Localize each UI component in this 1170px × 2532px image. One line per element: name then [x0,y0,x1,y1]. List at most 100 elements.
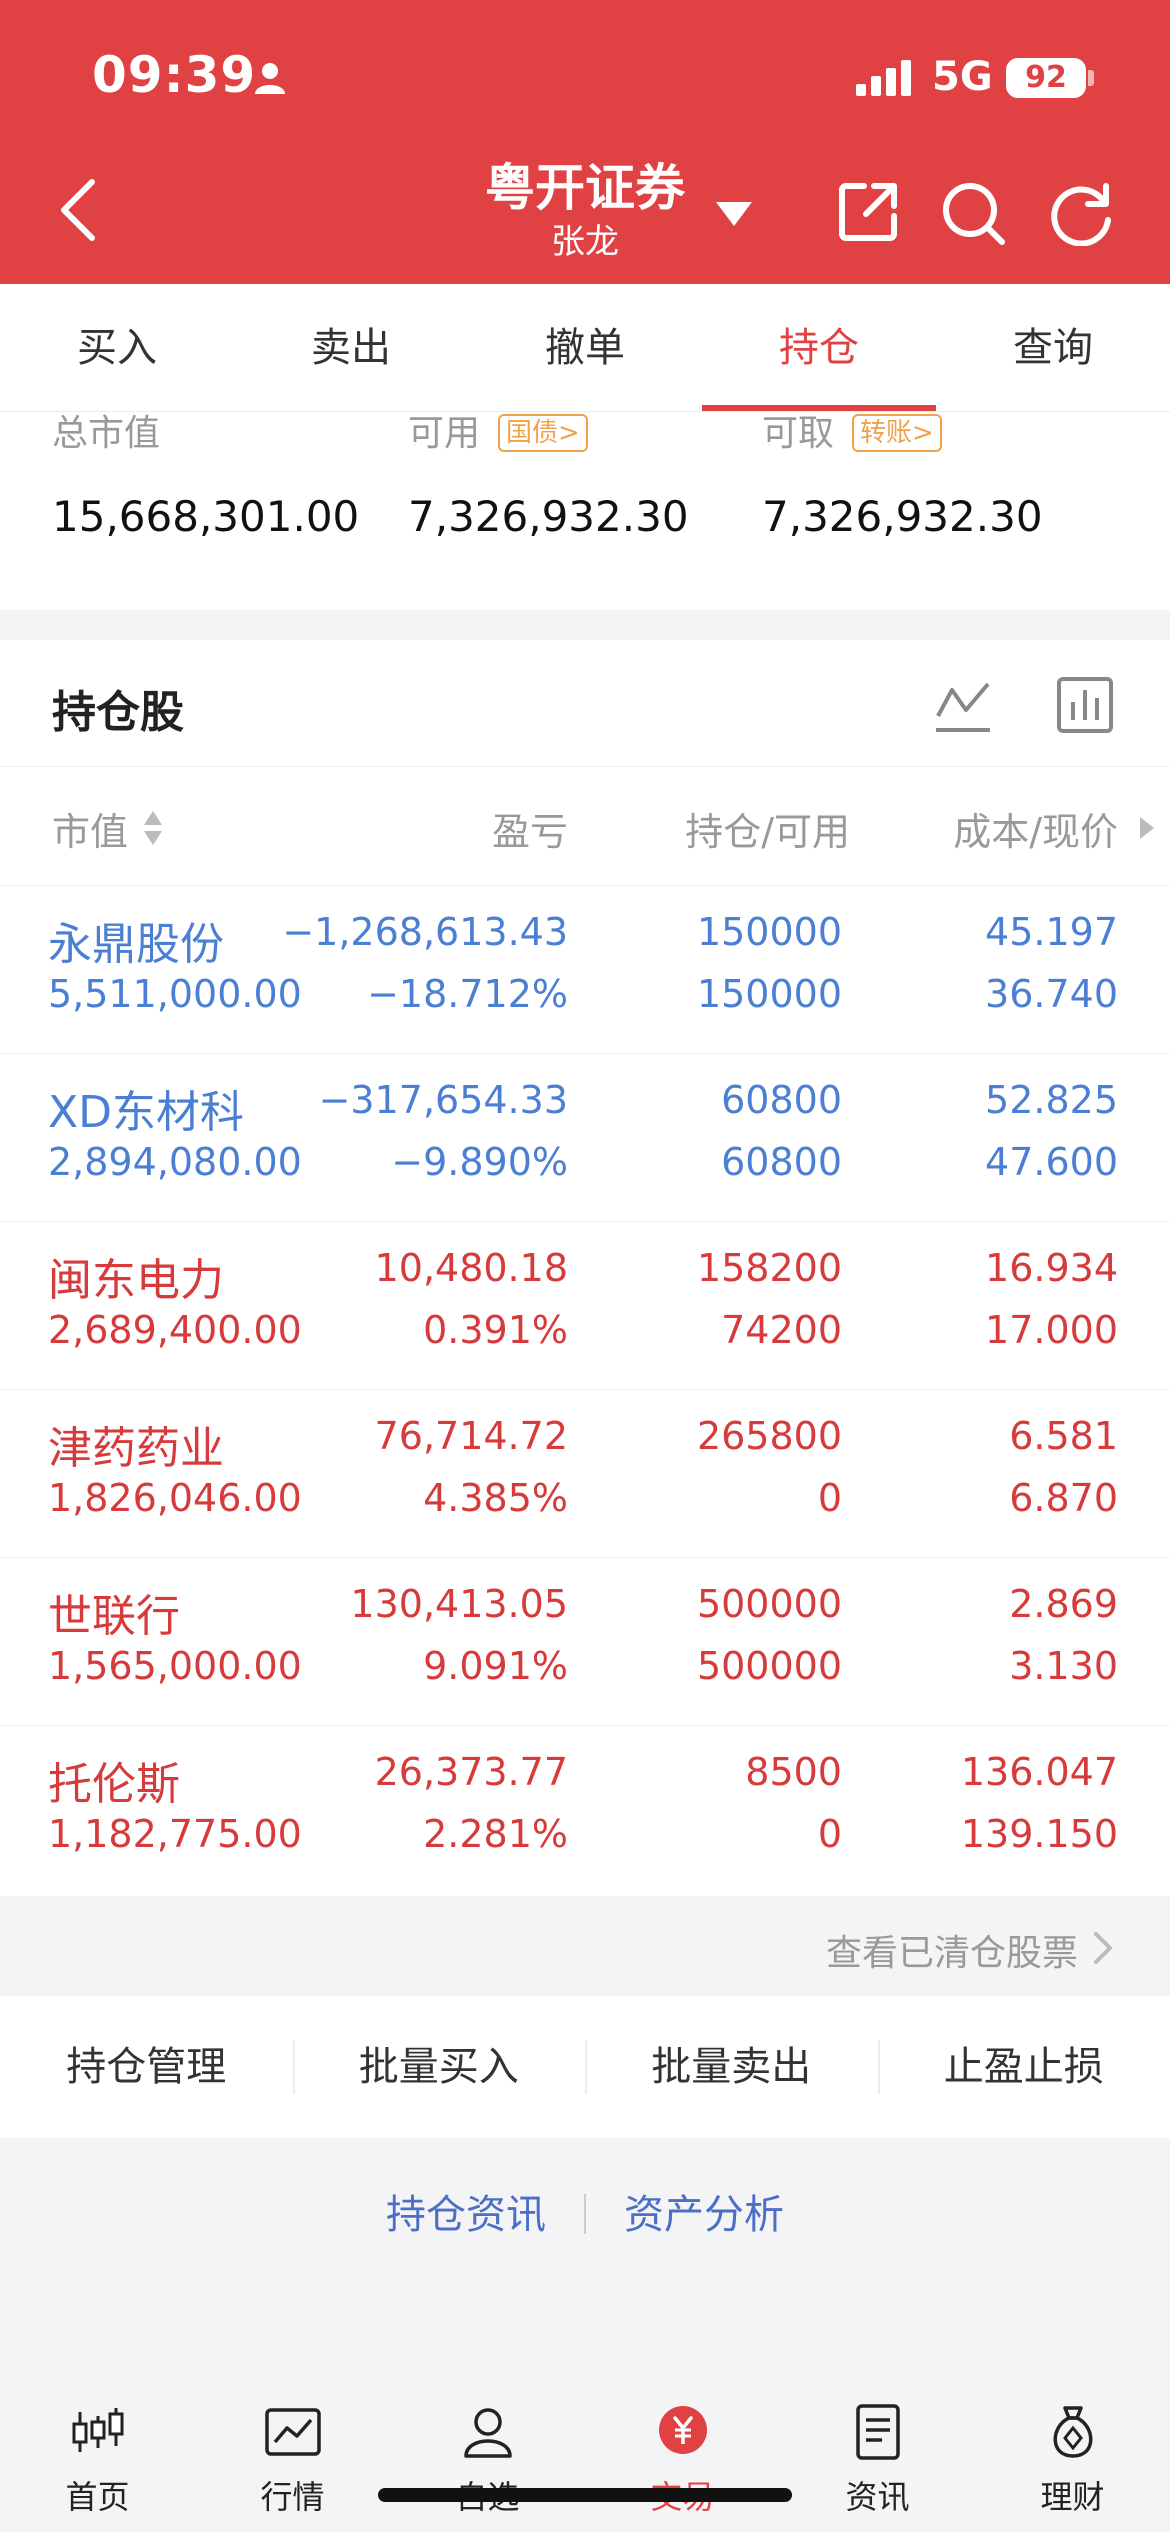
nav-label: 首页 [65,2478,130,2516]
stock-available: 150000 [696,972,842,1016]
holding-row[interactable]: 永鼎股份 5,511,000.00 −1,268,613.43 −18.712%… [0,886,1170,1054]
stock-profit-loss-pct: 9.091% [423,1644,568,1688]
withdrawable-label-group: 可取 转账> [762,412,942,456]
yuan-icon [658,2406,707,2454]
nav-home[interactable]: 首页 [0,2372,195,2532]
holdings-card: 持仓股 市值 盈亏 持仓/可用 成本/现价 永鼎股份 5,511,000.00 … [0,640,1170,1896]
battery-indicator: 92 [1006,58,1086,98]
nav-market[interactable]: 行情 [195,2372,390,2532]
caret-right-icon[interactable] [1136,815,1156,841]
candlestick-icon [72,2408,123,2452]
withdrawable-label: 可取 [762,413,835,454]
stock-position: 158200 [696,1246,842,1290]
stock-position: 150000 [696,910,842,954]
sort-icon[interactable] [142,809,164,847]
take-profit-stop-loss-button[interactable]: 止盈止损 [877,1996,1170,2138]
trend-line-icon[interactable] [934,676,992,734]
transfer-tag[interactable]: 转账> [852,414,942,452]
stock-cost: 16.934 [985,1246,1118,1290]
stock-market-value: 2,894,080.00 [48,1140,302,1184]
holding-row[interactable]: 闽东电力 2,689,400.00 10,480.18 0.391% 15820… [0,1222,1170,1390]
account-name: 张龙 [551,222,619,262]
stock-profit-loss-pct: 4.385% [423,1476,568,1520]
stock-cost: 45.197 [985,910,1118,954]
tab-sell[interactable]: 卖出 [234,284,468,411]
holdings-title: 持仓股 [52,687,184,738]
back-icon[interactable] [50,170,110,250]
bottom-navigation: 首页 行情 自选 交易 资讯 [0,2372,1170,2532]
position-management-button[interactable]: 持仓管理 [0,1996,293,2138]
stock-name: 永鼎股份 [48,919,224,970]
stock-market-value: 1,826,046.00 [48,1476,302,1520]
trade-tabs: 买入 卖出 撤单 持仓 查询 [0,284,1170,412]
stock-profit-loss: 76,714.72 [374,1414,568,1458]
user-icon [463,2408,512,2458]
search-icon[interactable] [940,180,1006,246]
nav-watchlist[interactable]: 自选 [390,2372,585,2532]
nav-trade[interactable]: 交易 [585,2372,780,2532]
holding-row[interactable]: 托伦斯 1,182,775.00 26,373.77 2.281% 8500 0… [0,1726,1170,1894]
stock-profit-loss: 10,480.18 [374,1246,568,1290]
asset-summary: 总市值 15,668,301.00 可用 国债> 7,326,932.30 可取转… [0,412,1170,610]
tab-cancel-order[interactable]: 撤单 [468,284,702,411]
nav-label: 理财 [1040,2478,1105,2516]
holdings-news-link[interactable]: 持仓资讯 [348,2170,584,2260]
col-position: 持仓/可用 [685,810,850,854]
holding-row[interactable]: 津药药业 1,826,046.00 76,714.72 4.385% 26580… [0,1390,1170,1558]
holdings-actions: 持仓管理 批量买入 批量卖出 止盈止损 [0,1996,1170,2138]
stock-price: 17.000 [985,1308,1118,1352]
stock-profit-loss-pct: −9.890% [391,1140,568,1184]
app-header: 09:39 5G 92 粤开证券 张龙 [0,0,1170,284]
stock-cost: 52.825 [985,1078,1118,1122]
treasury-bond-tag[interactable]: 国债> [498,414,588,452]
asset-analysis-link[interactable]: 资产分析 [586,2170,822,2260]
nav-wealth[interactable]: 理财 [975,2372,1170,2532]
view-cleared-link[interactable]: 查看已清仓股票 [0,1896,1170,1996]
stock-price: 36.740 [985,972,1118,1016]
stock-name: 津药药业 [48,1423,224,1474]
broker-selector[interactable]: 粤开证券 张龙 [440,156,730,264]
status-time: 09:39 [92,46,257,104]
share-icon[interactable] [836,180,900,244]
batch-buy-button[interactable]: 批量买入 [292,1996,586,2138]
stock-cost: 2.869 [1009,1582,1118,1626]
stock-market-value: 2,689,400.00 [48,1308,302,1352]
stock-price: 139.150 [960,1812,1118,1856]
page-title: 粤开证券 [485,159,685,217]
stock-name: 闽东电力 [48,1255,224,1306]
col-cost-price: 成本/现价 [953,810,1118,854]
stock-price: 47.600 [985,1140,1118,1184]
stock-market-value: 1,182,775.00 [48,1812,302,1856]
stock-cost: 6.581 [1009,1414,1118,1458]
total-value-label: 总市值 [52,413,161,454]
bar-chart-icon[interactable] [1056,676,1114,734]
col-profit-loss: 盈亏 [491,810,568,854]
col-market-value[interactable]: 市值 [52,801,128,856]
stock-name: 托伦斯 [48,1759,180,1810]
tab-query[interactable]: 查询 [936,284,1170,411]
stock-available: 0 [817,1476,842,1520]
refresh-icon[interactable] [1048,180,1114,246]
stock-market-value: 5,511,000.00 [48,972,302,1016]
chevron-right-icon [1094,1932,1112,1964]
stock-profit-loss-pct: −18.712% [367,972,568,1016]
stock-profit-loss-pct: 0.391% [423,1308,568,1352]
stock-available: 0 [817,1812,842,1856]
withdrawable-value: 7,326,932.30 [762,492,1043,541]
tab-buy[interactable]: 买入 [0,284,234,411]
signal-icon [856,60,911,96]
batch-sell-button[interactable]: 批量卖出 [585,1996,878,2138]
available-label: 可用 [408,413,481,454]
caret-down-icon[interactable] [712,198,756,230]
info-links: 持仓资讯 资产分析 [0,2170,1170,2260]
stock-price: 3.130 [1009,1644,1118,1688]
nav-news[interactable]: 资讯 [780,2372,975,2532]
tab-holdings[interactable]: 持仓 [702,284,936,411]
available-value: 7,326,932.30 [408,492,689,541]
stock-profit-loss-pct: 2.281% [423,1812,568,1856]
stock-cost: 136.047 [960,1750,1118,1794]
holding-row[interactable]: XD东材科 2,894,080.00 −317,654.33 −9.890% 6… [0,1054,1170,1222]
chart-icon [264,2408,321,2456]
stock-profit-loss: 26,373.77 [374,1750,568,1794]
holding-row[interactable]: 世联行 1,565,000.00 130,413.05 9.091% 50000… [0,1558,1170,1726]
